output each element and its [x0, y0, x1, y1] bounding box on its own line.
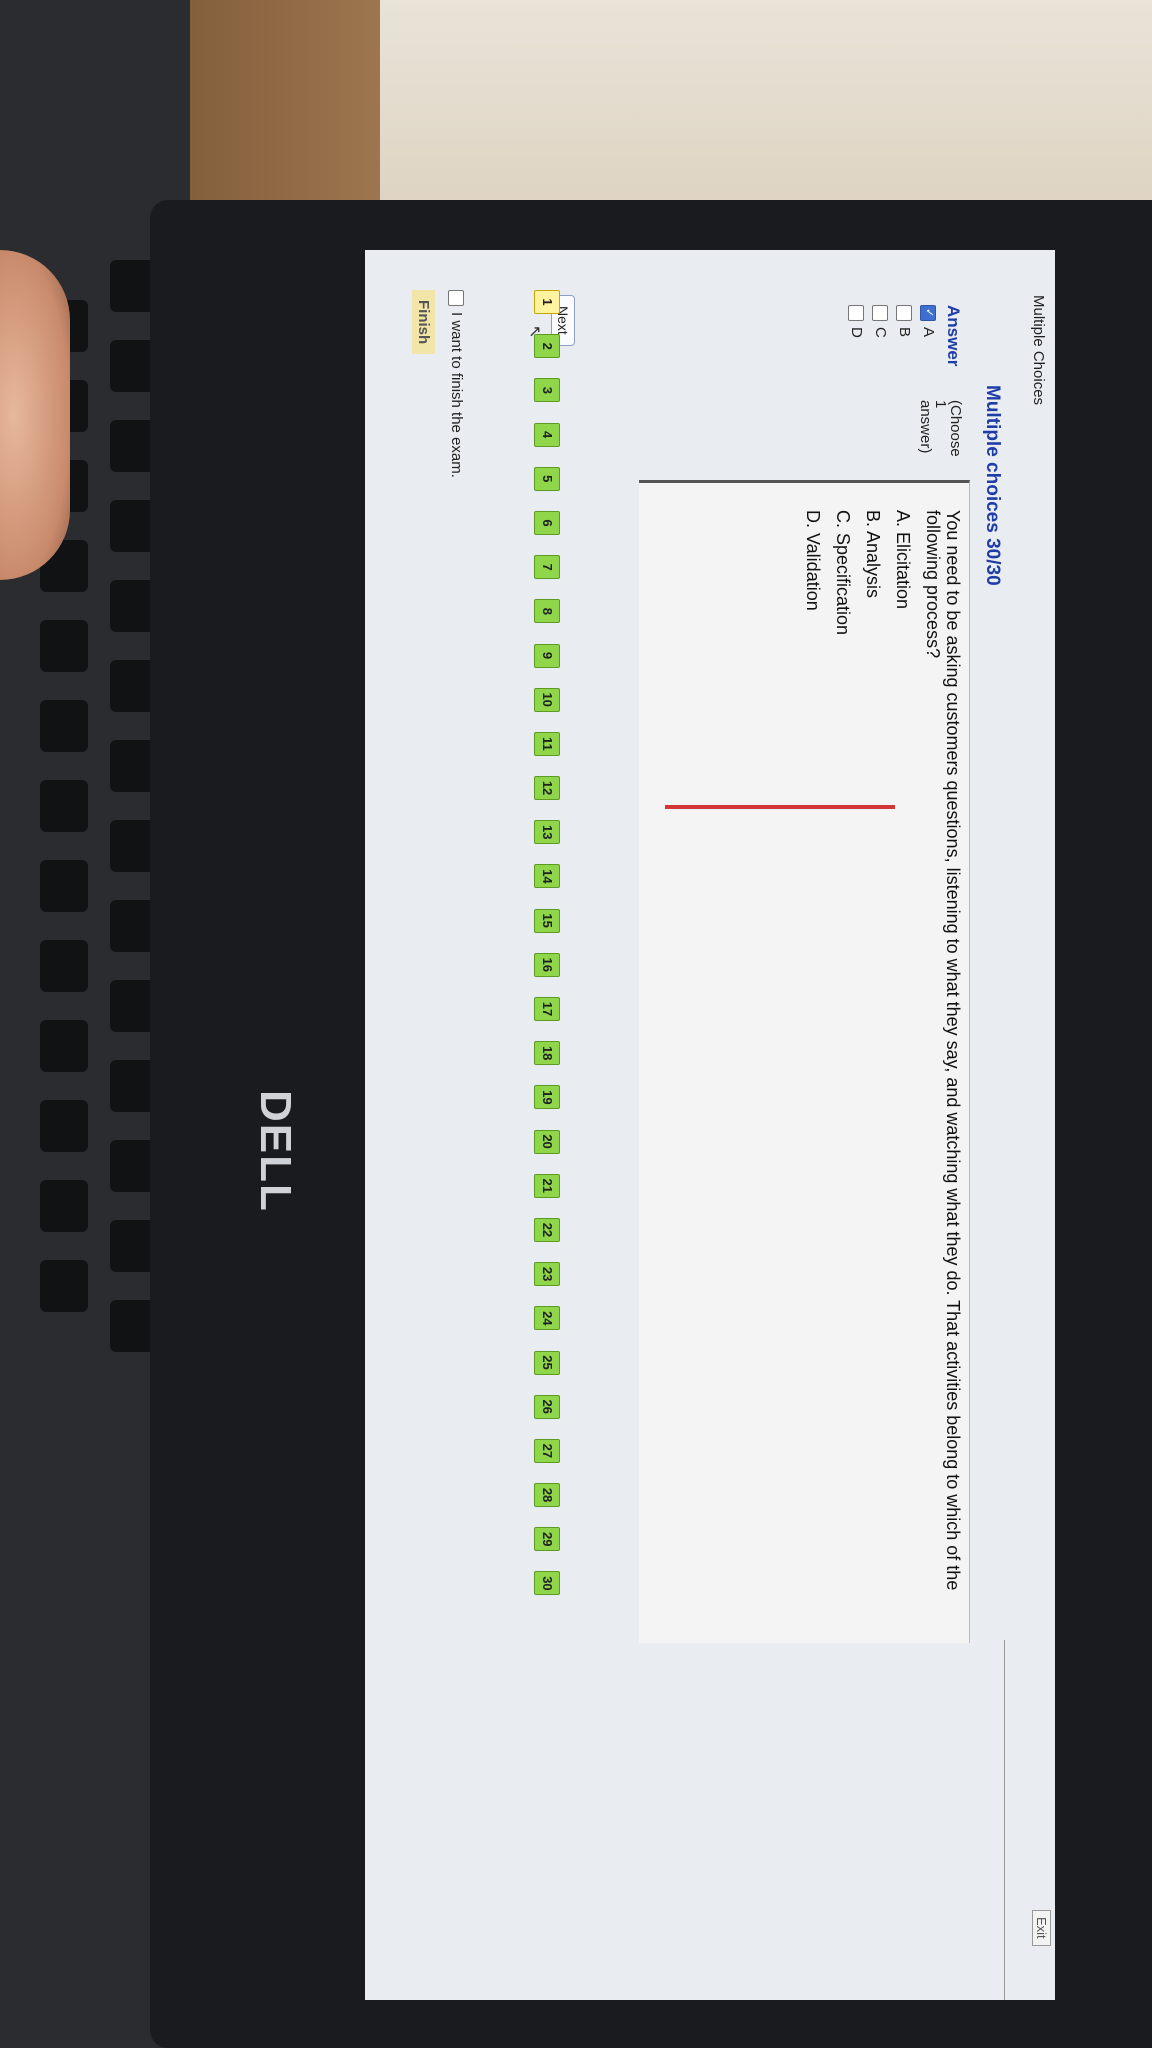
answer-option-b[interactable]: B — [896, 305, 913, 337]
choice-text: C. Specification — [833, 510, 853, 636]
answer-option-a[interactable]: A — [920, 305, 937, 337]
keyboard-key — [40, 1020, 88, 1072]
question-number-button[interactable]: 16 — [534, 952, 560, 977]
finish-confirm-label: I want to finish the exam. — [448, 312, 465, 478]
question-number-button[interactable]: 29 — [534, 1527, 560, 1552]
choose-hint: (Choose 1 answer) — [917, 400, 964, 457]
finish-confirm[interactable]: I want to finish the exam. — [448, 290, 465, 478]
finish-button[interactable]: Finish — [412, 290, 435, 355]
question-navigator: 1234567891011121314151617181920212223242… — [534, 290, 560, 1616]
choice-text: D. Validation — [803, 510, 823, 611]
app-title: Multiple Choices — [1030, 295, 1047, 406]
question-number-button[interactable]: 28 — [534, 1483, 560, 1508]
exit-button[interactable]: Exit — [1032, 1910, 1051, 1946]
question-number-button[interactable]: 12 — [534, 776, 560, 801]
answer-option-c[interactable]: C — [872, 305, 889, 338]
question-number-button[interactable]: 23 — [534, 1262, 560, 1287]
checkbox-icon[interactable] — [872, 305, 889, 321]
question-number-button[interactable]: 6 — [534, 510, 560, 535]
keyboard-key — [40, 780, 88, 832]
keyboard-key — [40, 1100, 88, 1152]
checkbox-icon[interactable] — [448, 290, 465, 306]
question-panel — [639, 480, 970, 1643]
checkbox-icon[interactable] — [896, 305, 913, 321]
question-number-button[interactable]: 18 — [534, 1041, 560, 1066]
question-heading: Multiple choices 30/30 — [982, 385, 1003, 586]
question-number-button[interactable]: 19 — [534, 1085, 560, 1110]
question-number-button[interactable]: 3 — [534, 378, 560, 403]
question-text: You need to be asking customers question… — [923, 510, 963, 1591]
question-number-button[interactable]: 7 — [534, 555, 560, 580]
keyboard-key — [40, 1260, 88, 1312]
background-wall — [380, 0, 1152, 230]
question-number-button[interactable]: 1 — [534, 290, 560, 314]
answer-option-label: B — [896, 327, 913, 338]
question-number-button[interactable]: 5 — [534, 466, 560, 491]
question-number-button[interactable]: 4 — [534, 422, 560, 447]
keyboard-key — [40, 860, 88, 912]
question-number-button[interactable]: 8 — [534, 599, 560, 624]
question-number-button[interactable]: 17 — [534, 997, 560, 1021]
screen: Multiple Choices Exit Multiple choices 3… — [365, 250, 1152, 2000]
question-number-button[interactable]: 13 — [534, 820, 560, 845]
exam-window: Multiple Choices Exit Multiple choices 3… — [365, 250, 1055, 2000]
answer-option-label: C — [872, 327, 889, 338]
checkbox-checked-icon[interactable] — [920, 305, 937, 321]
checkbox-icon[interactable] — [848, 305, 865, 321]
question-number-button[interactable]: 26 — [534, 1394, 560, 1419]
question-number-button[interactable]: 10 — [534, 687, 560, 712]
question-number-button[interactable]: 14 — [534, 864, 560, 889]
question-number-button[interactable]: 2 — [534, 334, 560, 359]
answer-option-label: A — [920, 327, 937, 338]
keyboard-key — [40, 940, 88, 992]
keyboard-key — [40, 620, 88, 672]
question-number-button[interactable]: 25 — [534, 1350, 560, 1375]
question-number-button[interactable]: 9 — [534, 643, 560, 668]
choice-text: A. Elicitation — [893, 510, 913, 610]
keyboard-key — [40, 700, 88, 752]
answer-label: Answer — [944, 305, 963, 367]
question-number-button[interactable]: 30 — [534, 1571, 560, 1596]
progress-marker — [665, 805, 895, 809]
question-number-button[interactable]: 11 — [534, 731, 560, 756]
question-number-button[interactable]: 24 — [534, 1306, 560, 1331]
finger — [0, 250, 70, 580]
brand-logo: DELL — [251, 1090, 300, 1213]
answer-option-d[interactable]: D — [848, 305, 865, 338]
question-number-button[interactable]: 22 — [534, 1217, 560, 1242]
question-number-button[interactable]: 20 — [534, 1129, 560, 1154]
question-number-button[interactable]: 27 — [534, 1438, 560, 1463]
keyboard-key — [40, 1180, 88, 1232]
choice-text: B. Analysis — [863, 510, 883, 599]
divider — [1004, 1640, 1005, 2000]
question-number-button[interactable]: 15 — [534, 908, 560, 933]
question-number-button[interactable]: 21 — [534, 1173, 560, 1198]
answer-option-label: D — [848, 327, 865, 338]
